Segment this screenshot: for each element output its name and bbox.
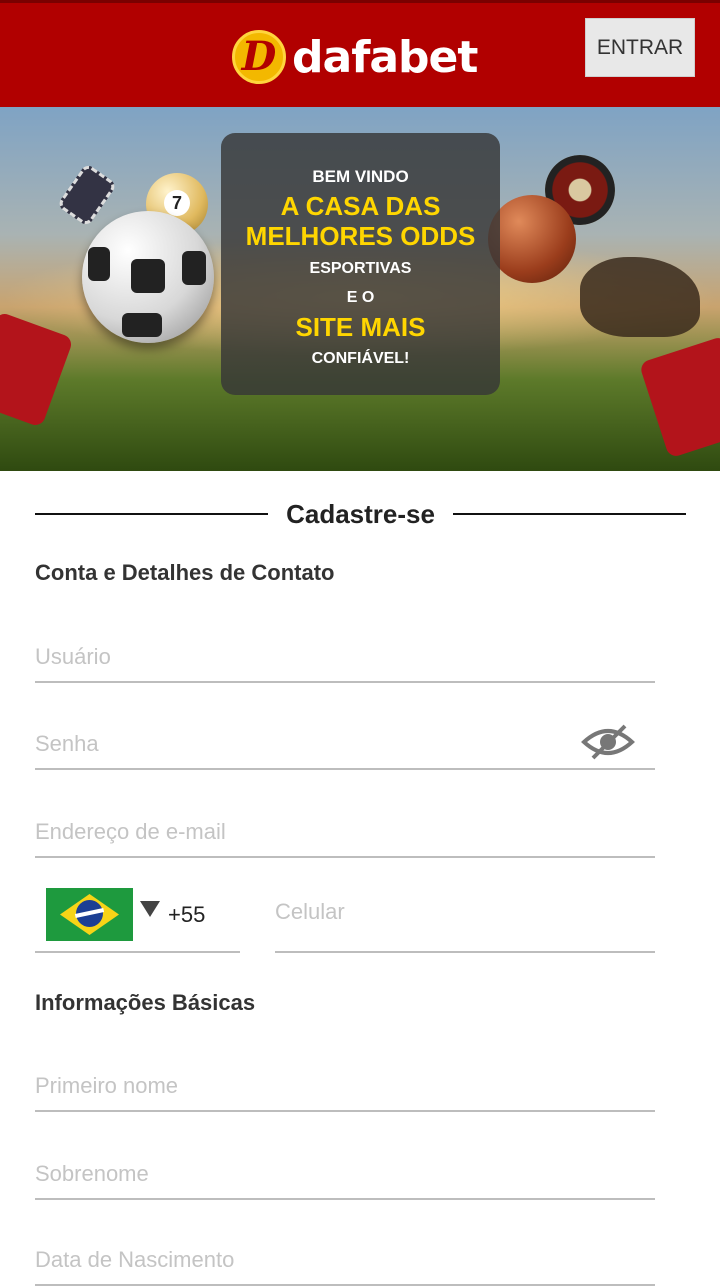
trust-text: CONFIÁVEL! <box>311 350 410 367</box>
soccer-ball-icon <box>82 211 214 343</box>
cricket-ball-icon <box>488 195 576 283</box>
headline-line-1: A CASA DAS <box>280 191 441 221</box>
dafabet-logo-icon: D <box>232 30 286 84</box>
brand-name: dafabet <box>292 31 478 83</box>
dafabet-logo[interactable]: D dafabet <box>232 27 478 87</box>
firstname-input[interactable] <box>35 1062 655 1110</box>
eye-off-icon[interactable] <box>581 722 635 762</box>
lastname-input[interactable] <box>35 1150 655 1198</box>
phone-input[interactable] <box>275 884 655 940</box>
welcome-overlay: BEM VINDO A CASA DAS MELHORES ODDS ESPOR… <box>221 133 500 395</box>
lastname-field[interactable] <box>35 1150 655 1200</box>
username-field[interactable] <box>35 633 655 683</box>
login-button[interactable]: ENTRAR <box>585 18 695 77</box>
sports-text: ESPORTIVAS <box>309 260 412 277</box>
headline-line-3: SITE MAIS <box>295 312 426 342</box>
dropdown-caret-icon[interactable] <box>140 901 160 917</box>
divider-left <box>35 513 269 515</box>
form-title-row: Cadastre-se <box>35 494 687 534</box>
phone-field[interactable] <box>275 884 655 953</box>
section-contact-heading: Conta e Detalhes de Contato <box>35 560 335 585</box>
country-code-value: +55 <box>168 902 206 927</box>
top-header: D dafabet ENTRAR <box>0 0 720 107</box>
divider-right <box>452 513 687 515</box>
country-code-select[interactable]: +55 <box>35 884 240 953</box>
billiard-number: 7 <box>164 190 190 216</box>
password-field[interactable] <box>35 720 655 770</box>
username-input[interactable] <box>35 633 655 681</box>
section-basic-heading: Informações Básicas <box>35 990 256 1015</box>
email-input[interactable] <box>35 808 655 856</box>
firstname-field[interactable] <box>35 1062 655 1112</box>
and-text: E O <box>346 289 375 306</box>
welcome-text: BEM VINDO <box>312 167 409 186</box>
form-title: Cadastre-se <box>286 498 435 529</box>
headline-line-2: MELHORES ODDS <box>245 221 476 251</box>
email-field[interactable] <box>35 808 655 858</box>
birthdate-field[interactable] <box>35 1236 655 1286</box>
password-input[interactable] <box>35 720 655 768</box>
brazil-flag-icon <box>46 888 133 941</box>
birthdate-input[interactable] <box>35 1236 655 1284</box>
poker-chip-icon <box>56 162 118 228</box>
